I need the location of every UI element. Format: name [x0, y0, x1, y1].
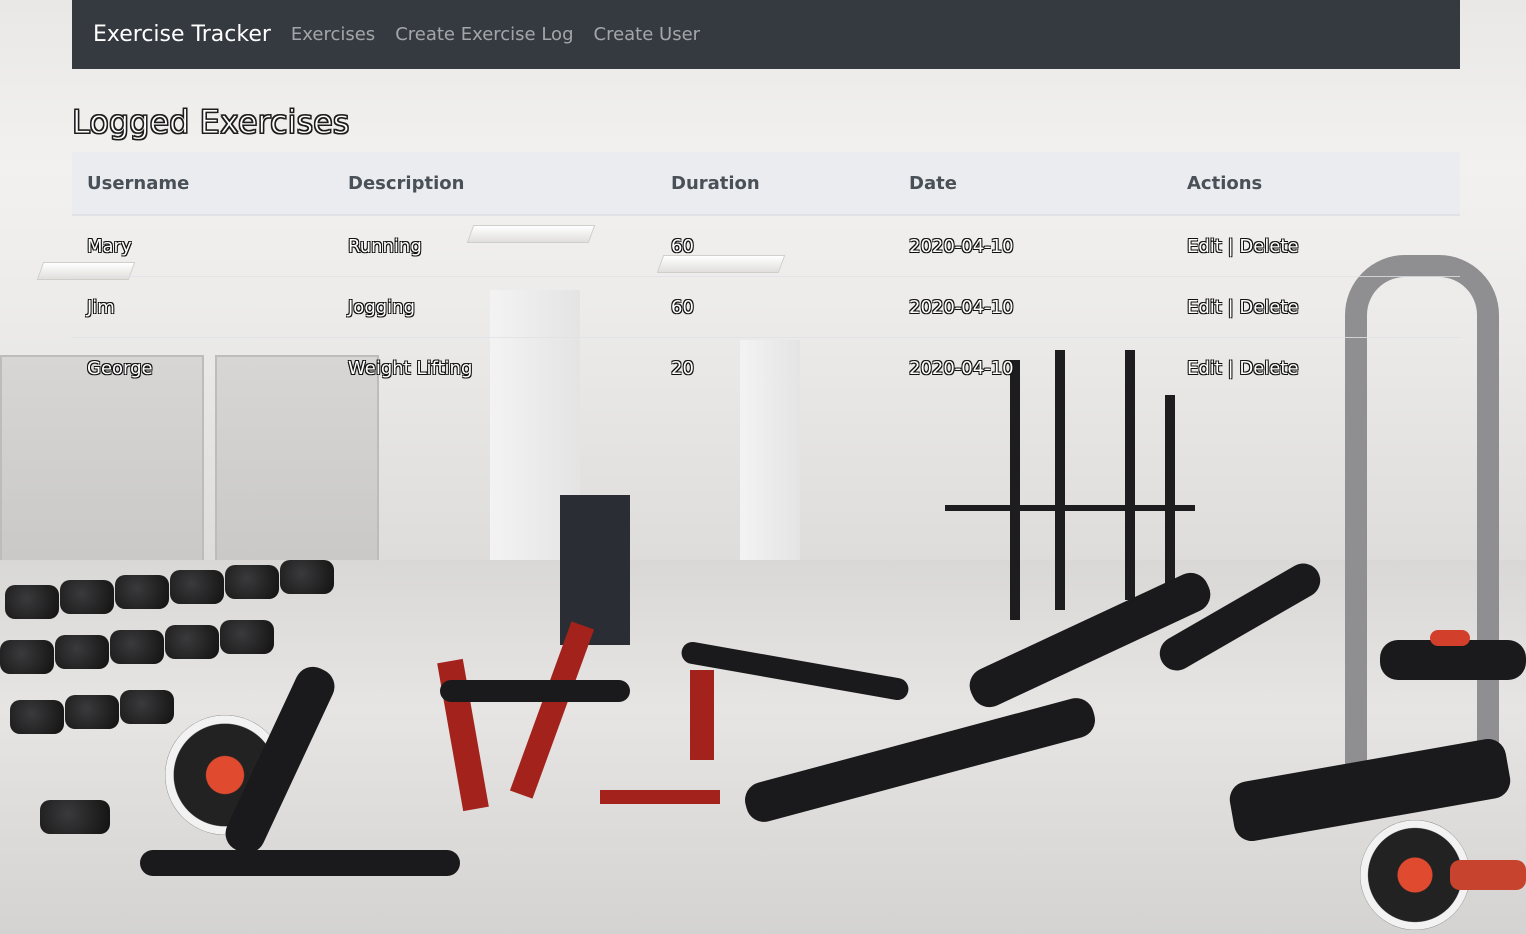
table-row: Jim Jogging 60 2020-04-10 Edit | Delete: [72, 276, 1460, 338]
action-separator: |: [1227, 296, 1240, 318]
delete-link[interactable]: Delete: [1239, 358, 1298, 379]
column-header-duration: Duration: [656, 152, 894, 216]
table-row: Mary Running 60 2020-04-10 Edit | Delete: [72, 215, 1460, 277]
cell-actions: Edit | Delete: [1172, 337, 1460, 398]
nav-link-create-user[interactable]: Create User: [594, 24, 701, 45]
cell-duration: 60: [656, 276, 894, 338]
edit-link[interactable]: Edit: [1187, 236, 1222, 257]
table-header: Username Description Duration Date Actio…: [72, 152, 1460, 216]
cell-actions: Edit | Delete: [1172, 215, 1460, 277]
edit-link[interactable]: Edit: [1187, 358, 1222, 379]
edit-link[interactable]: Edit: [1187, 297, 1222, 318]
action-separator: |: [1227, 357, 1240, 379]
page-title: Logged Exercises: [72, 103, 350, 142]
cell-description: Running: [348, 235, 422, 257]
cell-username: George: [72, 337, 333, 398]
nav-link-create-exercise-log[interactable]: Create Exercise Log: [395, 24, 573, 45]
cell-duration: 60: [671, 235, 694, 257]
cell-date: 2020-04-10: [894, 276, 1172, 338]
cell-description: Weight Lifting: [333, 337, 656, 398]
cell-username: Jim: [72, 276, 333, 338]
action-separator: |: [1227, 235, 1240, 257]
cell-date: 2020-04-10: [894, 337, 1172, 398]
column-header-actions: Actions: [1172, 152, 1460, 216]
cell-date: 2020-04-10: [909, 235, 1014, 257]
delete-link[interactable]: Delete: [1239, 297, 1298, 318]
cell-description: Jogging: [333, 276, 656, 338]
cell-duration: 20: [656, 337, 894, 398]
table-header-row: Username Description Duration Date Actio…: [72, 152, 1460, 216]
nav-link-exercises[interactable]: Exercises: [291, 24, 375, 45]
table-row: George Weight Lifting 20 2020-04-10 Edit…: [72, 337, 1460, 398]
main-container: Exercise Tracker Exercises Create Exerci…: [72, 0, 1460, 398]
cell-username: Mary: [87, 235, 132, 257]
column-header-username: Username: [72, 152, 333, 216]
exercise-table: Username Description Duration Date Actio…: [72, 152, 1460, 398]
table-body: Mary Running 60 2020-04-10 Edit | Delete…: [72, 215, 1460, 398]
brand-link[interactable]: Exercise Tracker: [93, 22, 271, 47]
column-header-date: Date: [894, 152, 1172, 216]
navbar: Exercise Tracker Exercises Create Exerci…: [72, 0, 1460, 69]
delete-link[interactable]: Delete: [1239, 236, 1298, 257]
cell-actions: Edit | Delete: [1172, 276, 1460, 338]
column-header-description: Description: [333, 152, 656, 216]
